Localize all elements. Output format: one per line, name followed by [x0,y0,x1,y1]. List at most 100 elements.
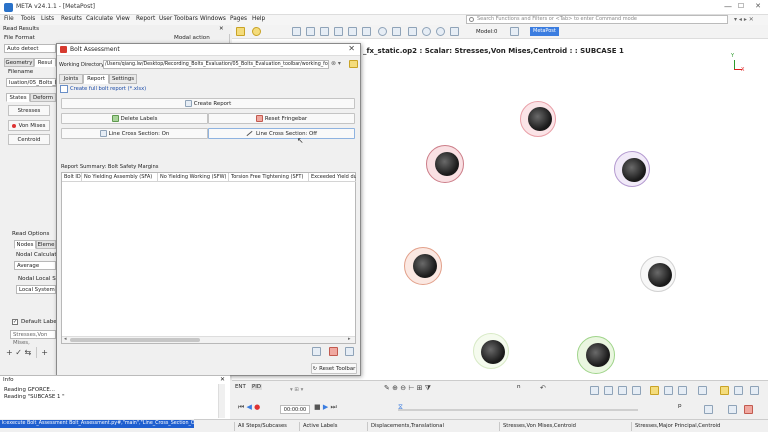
tool-icon-1[interactable] [292,27,301,36]
file-format-select[interactable]: Auto detect [4,44,56,53]
add-more-icon[interactable]: + [41,348,48,357]
menu-tools[interactable]: Tools [21,16,35,22]
horizontal-scrollbar[interactable]: ◂ ▸ [62,336,355,343]
label-field[interactable]: Stresses,Von Mises, [10,330,56,346]
col-exceeded-yield[interactable]: Exceeded Yield durin [309,173,356,182]
menu-view[interactable]: View [116,16,130,22]
plus-icon[interactable]: ⊕ [392,384,398,392]
settings-icon[interactable] [750,386,759,395]
labels-selector[interactable]: Active Labels [299,422,367,431]
stop-icon[interactable]: ■ [314,403,321,411]
p-selector[interactable]: p [678,403,682,409]
timeline-handle-icon[interactable]: ⧖ [398,403,403,412]
cube-icon[interactable] [450,27,459,36]
view-cube-icon-2[interactable] [604,386,613,395]
render-icon[interactable] [678,386,687,395]
bolt-3[interactable] [614,151,650,187]
bolt-4[interactable] [404,247,442,285]
delete-labels-button[interactable]: Delete Labels [61,113,208,124]
view-cube-icon-4[interactable] [632,386,641,395]
tab-elements[interactable]: Eleme [36,240,56,249]
search-options-icon[interactable]: ▾ ◂ ▸ ✕ [734,16,754,23]
camera-icon[interactable] [236,27,245,36]
close-window-button[interactable]: ✕ [748,2,768,10]
command-line-input[interactable]: k:execute Bolt_Assessment Bolt_Assessmen… [0,420,194,428]
dialog-close-button[interactable]: ✕ [348,44,355,53]
tab-settings[interactable]: Settings [109,74,137,84]
full-report-checkbox[interactable] [60,85,68,93]
filter-icon[interactable]: ⧩ [425,384,431,392]
close-panel-icon[interactable]: ✕ [219,25,224,34]
nodal-local-select[interactable]: Local System [16,285,56,294]
filename-field[interactable]: luation/05_Bolts_Evalu [6,78,70,87]
tab-nodes[interactable]: Nodes [14,240,36,249]
window-icon[interactable] [510,27,519,36]
light-icon[interactable] [650,386,659,395]
scroll-right-icon[interactable]: ▸ [348,336,351,342]
pen-icon[interactable]: ✎ [384,384,390,392]
tab-results[interactable]: Resul [34,58,56,67]
minus-icon[interactable]: ⊖ [400,384,406,392]
tab-states[interactable]: States [6,93,30,102]
bolt-5[interactable] [640,256,676,292]
layers-icon[interactable] [734,386,743,395]
add-icon[interactable]: + [6,348,13,357]
first-frame-icon[interactable]: ⏮ [238,403,244,411]
von-mises-button[interactable]: Von Mises [8,120,50,131]
menu-report[interactable]: Report [136,16,155,22]
tool-icon-3[interactable] [320,27,329,36]
menu-file[interactable]: File [4,16,14,22]
play-icon[interactable]: ▶ [323,403,328,411]
default-label-checkbox[interactable]: ✓ [12,319,18,325]
scroll-thumb[interactable] [70,338,200,342]
col-sft[interactable]: Torsion Free Tightening (SFT) [229,173,309,182]
steps-selector[interactable]: All Steps/Subcases [234,422,299,431]
working-dir-field[interactable]: /Users/qiang.lw/Desktop/Recording_Bolts_… [103,60,329,69]
model-selector[interactable]: Model:0 [476,29,497,35]
timeline-track[interactable] [398,409,638,411]
col-sfa[interactable]: No Yielding Assembly (SFA) [82,173,158,182]
tool-icon-5[interactable] [348,27,357,36]
stresses-button[interactable]: Stresses [8,105,50,116]
bolt-1[interactable] [520,101,556,137]
menu-pages[interactable]: Pages [230,16,247,22]
displacements-selector[interactable]: Displacements,Translational [367,422,499,431]
search-input[interactable]: Search Functions and Filters or <Tab> to… [466,15,728,24]
line-cross-on-button[interactable]: Line Cross Section: On [61,128,208,139]
tab-joints[interactable]: Joints [59,74,83,84]
menu-lists[interactable]: Lists [41,16,54,22]
line-cross-off-button[interactable]: Line Cross Section: Off [208,128,355,139]
paint-icon[interactable] [744,405,753,414]
mesh-icon[interactable] [698,386,707,395]
lock-icon[interactable] [704,405,713,414]
check-icon[interactable]: ✓ [15,348,22,357]
n-selector[interactable]: n [517,384,521,390]
nodal-calc-select[interactable]: Average [14,261,56,270]
calendar-icon[interactable] [329,347,338,356]
col-bolt-id[interactable]: Bolt ID [62,173,82,182]
prev-frame-icon[interactable]: ◀ [247,403,252,411]
menu-calculate[interactable]: Calculate [86,16,113,22]
undo-icon[interactable]: ↶ [540,384,546,392]
next-frame-icon[interactable]: ⏭ [330,403,336,411]
menu-user-toolbars[interactable]: User Toolbars [159,16,198,22]
clear-dir-icon[interactable]: ⊗ ▾ [331,60,341,67]
tool-icon-7[interactable] [392,27,401,36]
pid-view-icon[interactable] [664,386,673,395]
info-scrollbar[interactable] [218,384,225,418]
grid-icon[interactable]: ⊞ [417,384,423,392]
menu-windows[interactable]: Windows [200,16,226,22]
stresses-vm-selector[interactable]: Stresses,Von Mises,Centroid [499,422,631,431]
create-report-button[interactable]: Create Report [61,98,355,109]
info-close-button[interactable]: ✕ [220,376,225,383]
bolt-2[interactable] [426,145,464,183]
tab-geometry[interactable]: Geometry [4,58,34,67]
stresses-mp-selector[interactable]: Stresses,Major Principal,Centroid [631,422,763,431]
zoom-icon[interactable] [422,27,431,36]
col-sfw[interactable]: No Yielding Working (SFW) [158,173,229,182]
shield-icon[interactable] [720,386,729,395]
tab-deform[interactable]: Deform [30,93,56,102]
zoom-fit-icon[interactable] [436,27,445,36]
tab-report[interactable]: Report [83,74,109,84]
sync-icon[interactable]: ⇆ [25,348,32,357]
